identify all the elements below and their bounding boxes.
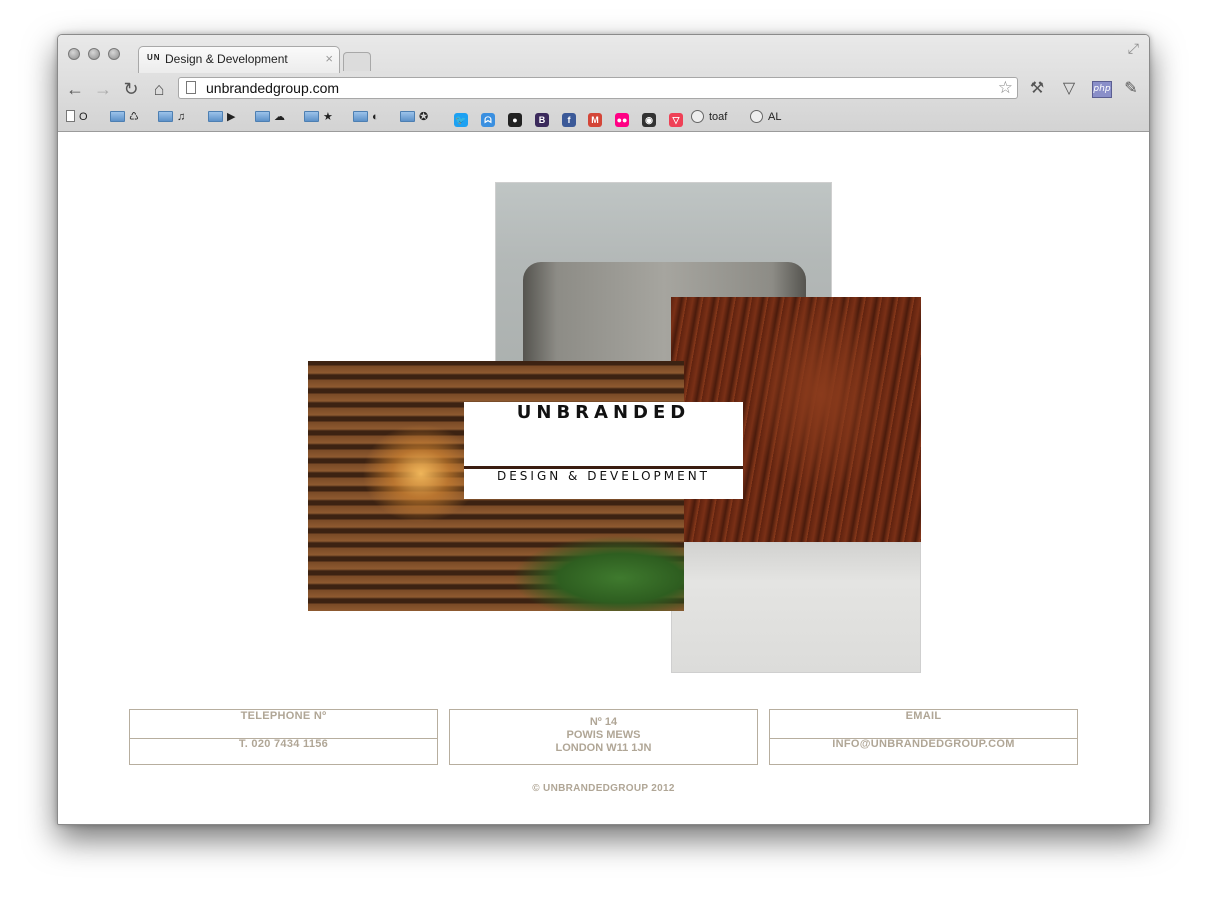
tab-close-icon[interactable]: × xyxy=(325,51,333,66)
address-text: Nº 14 POWIS MEWS LONDON W11 1JN xyxy=(450,716,757,755)
twitter-glyph: 🐦 xyxy=(454,113,468,127)
brand-logo[interactable]: UNBRANDED xyxy=(464,402,743,466)
pacman-glyph: ᗣ xyxy=(481,113,495,127)
bookmark-star-icon[interactable]: ☆ xyxy=(998,78,1013,98)
bookmark-item[interactable]: AL xyxy=(750,108,781,126)
gmail-icon[interactable]: M xyxy=(588,108,602,127)
panda-glyph: ◉ xyxy=(642,113,656,127)
settings-wrench-icon[interactable]: ✎ xyxy=(1120,79,1142,99)
tagline-box: DESIGN & DEVELOPMENT xyxy=(464,469,743,499)
flickr-glyph: ●● xyxy=(615,113,629,127)
blogger-icon[interactable]: B xyxy=(535,108,549,127)
globe-icon xyxy=(691,110,704,123)
browser-chrome: UN Design & Development × ⤢ ← → ↻ ⌂ unbr… xyxy=(58,35,1149,132)
folder-icon xyxy=(110,111,125,122)
bookmark-label: ♺ xyxy=(129,111,139,123)
tab-title: Design & Development xyxy=(165,52,288,66)
bookmark-item[interactable]: ☁ xyxy=(255,108,285,126)
bookmark-item[interactable]: toaf xyxy=(691,108,727,126)
twitter-icon[interactable]: 🐦 xyxy=(454,108,468,127)
address-bar[interactable]: unbrandedgroup.com ☆ xyxy=(178,77,1018,99)
email-box: EMAIL INFO@UNBRANDEDGROUP.COM xyxy=(769,709,1078,765)
bookmark-item[interactable]: O xyxy=(66,108,88,126)
home-button[interactable]: ⌂ xyxy=(148,79,170,99)
zoom-window-button[interactable] xyxy=(108,48,120,60)
address-box: Nº 14 POWIS MEWS LONDON W11 1JN xyxy=(449,709,758,765)
bookmark-label: toaf xyxy=(709,111,728,123)
bookmark-label: AL xyxy=(768,111,782,123)
github-icon[interactable]: ● xyxy=(508,108,522,127)
url-text[interactable]: unbrandedgroup.com xyxy=(206,80,339,96)
folder-icon xyxy=(304,111,319,122)
browser-window: UN Design & Development × ⤢ ← → ↻ ⌂ unbr… xyxy=(57,34,1150,825)
pocket-extension-icon[interactable]: ▽ xyxy=(1058,79,1080,99)
telephone-value[interactable]: T. 020 7434 1156 xyxy=(130,738,437,766)
forward-button[interactable]: → xyxy=(92,79,114,99)
bookmark-label: ☁ xyxy=(274,111,285,123)
bookmark-item[interactable]: ♺ xyxy=(110,108,139,126)
bookmark-item[interactable]: ★ xyxy=(304,108,333,126)
brand-name: UNBRANDED xyxy=(516,402,691,423)
panda-icon[interactable]: ◉ xyxy=(642,108,656,127)
minimize-window-button[interactable] xyxy=(88,48,100,60)
pacman-icon[interactable]: ᗣ xyxy=(481,108,495,127)
telephone-box: TELEPHONE Nº T. 020 7434 1156 xyxy=(129,709,438,765)
bookmark-label: ✪ xyxy=(419,111,429,123)
address-line-2: POWIS MEWS xyxy=(566,729,641,741)
brand-tagline: DESIGN & DEVELOPMENT xyxy=(496,469,711,483)
site-favicon: UN xyxy=(147,53,161,62)
bookmark-label: ▶ xyxy=(227,111,236,123)
folder-icon xyxy=(208,111,223,122)
bookmark-item[interactable]: ✪ xyxy=(400,108,428,126)
gmail-glyph: M xyxy=(588,113,602,127)
tab-active[interactable]: UN Design & Development × xyxy=(138,46,340,73)
folder-icon xyxy=(158,111,173,122)
page-content: UNBRANDED DESIGN & DEVELOPMENT TELEPHONE… xyxy=(58,132,1149,824)
bookmark-item[interactable]: ▶ xyxy=(208,108,235,126)
extension-wrench-icon[interactable]: ⚒ xyxy=(1026,79,1048,99)
page-icon xyxy=(66,110,75,122)
address-line-3: LONDON W11 1JN xyxy=(555,742,652,754)
pocket-glyph: ▽ xyxy=(669,113,683,127)
php-extension-icon[interactable]: php xyxy=(1092,81,1112,98)
reload-button[interactable]: ↻ xyxy=(120,79,142,99)
folder-icon xyxy=(255,111,270,122)
bookmark-label: O xyxy=(79,111,88,123)
fullscreen-icon[interactable]: ⤢ xyxy=(1128,40,1139,57)
marble-photo xyxy=(671,542,921,673)
bookmark-item[interactable]: ◐ xyxy=(353,108,379,126)
address-line-1: Nº 14 xyxy=(589,716,618,728)
copyright-footer: © UNBRANDEDGROUP 2012 xyxy=(532,783,675,794)
telephone-heading: TELEPHONE Nº xyxy=(130,710,437,739)
close-window-button[interactable] xyxy=(68,48,80,60)
facebook-glyph: f xyxy=(562,113,576,127)
back-button[interactable]: ← xyxy=(64,79,86,99)
bookmarks-bar: O ♺ ♫ ▶ ☁ ★ ◐ ✪ 🐦 ᗣ ● Bf M ●● ◉ ▽ toaf AL xyxy=(66,108,1136,127)
bookmark-item[interactable]: ♫ xyxy=(158,108,185,126)
globe-icon xyxy=(750,110,763,123)
facebook-icon[interactable]: f xyxy=(562,108,576,127)
github-glyph: ● xyxy=(508,113,522,127)
new-tab-button[interactable] xyxy=(343,52,371,71)
bookmark-label: ♫ xyxy=(177,111,186,123)
blogger-glyph: B xyxy=(535,113,549,127)
folder-icon xyxy=(400,111,415,122)
fern-leaves xyxy=(428,501,684,611)
bookmark-label: ★ xyxy=(323,111,333,123)
folder-icon xyxy=(353,111,368,122)
pocket-icon[interactable]: ▽ xyxy=(669,108,683,127)
email-heading: EMAIL xyxy=(770,710,1077,739)
page-icon xyxy=(186,81,196,94)
bookmark-label: ◐ xyxy=(372,111,379,123)
email-link[interactable]: INFO@UNBRANDEDGROUP.COM xyxy=(770,738,1077,766)
flickr-icon[interactable]: ●● xyxy=(615,108,629,127)
